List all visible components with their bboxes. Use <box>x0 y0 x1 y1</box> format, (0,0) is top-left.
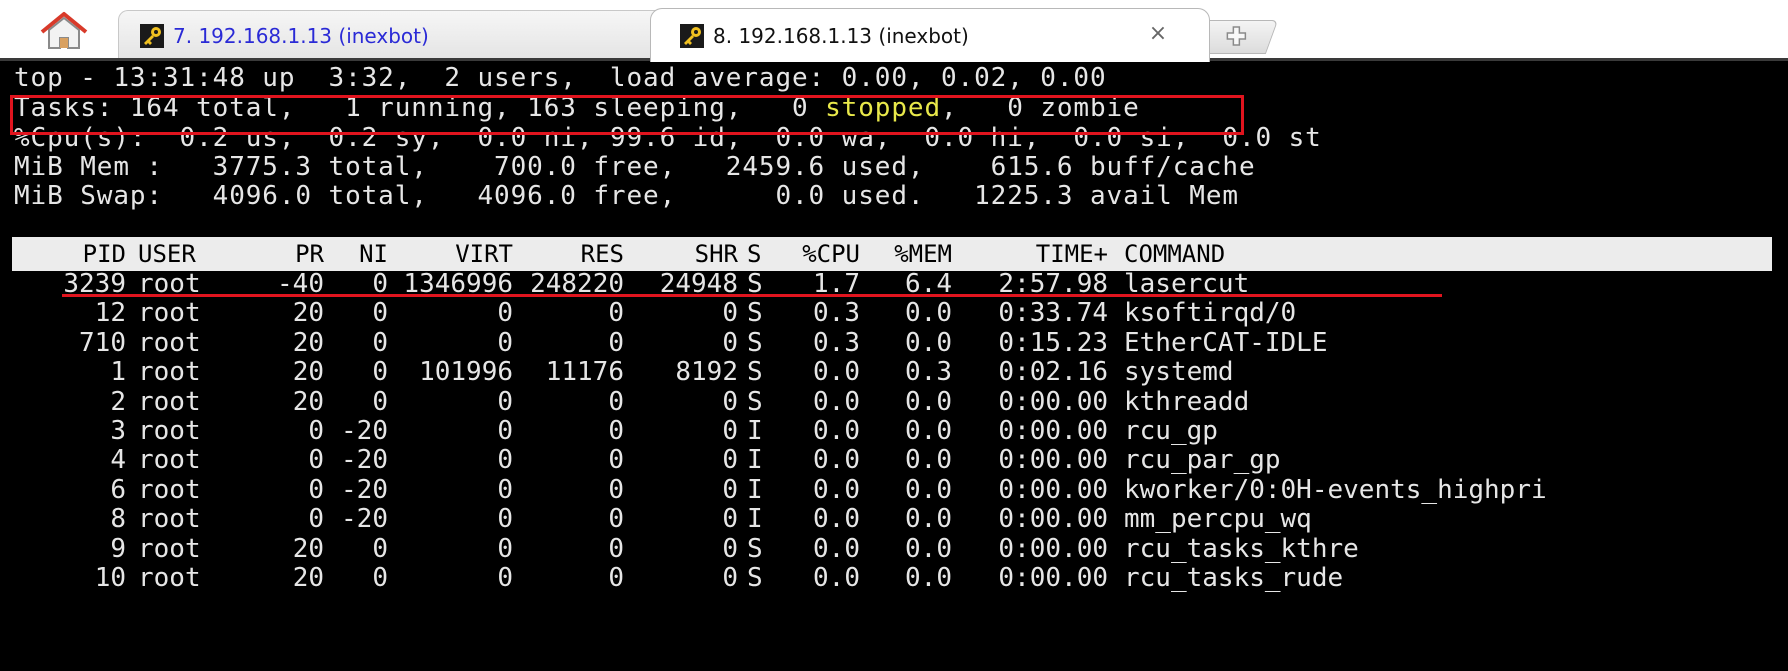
column-header-pr: PR <box>295 240 324 268</box>
column-header-shr: SHR <box>694 240 738 268</box>
home-icon <box>40 12 88 49</box>
column-header-state: S <box>747 240 762 268</box>
uptime-line: top - 13:31:48 up 3:32, 2 users, load av… <box>14 63 1107 93</box>
cell-shr: 0 <box>722 563 738 593</box>
plus-icon <box>1226 26 1247 46</box>
column-header-virt: VIRT <box>455 240 513 268</box>
column-header-res: RES <box>580 240 624 268</box>
cell-state: S <box>747 563 763 593</box>
cell-virt: 0 <box>497 563 513 593</box>
key-icon <box>140 23 164 48</box>
cell-time: 0:00.00 <box>998 563 1108 593</box>
tab-session-8[interactable]: 8. 192.168.1.13 (inexbot) × <box>650 8 1210 62</box>
cell-res: 0 <box>608 563 624 593</box>
cell-ni: 0 <box>372 563 388 593</box>
tab-bar: 7. 192.168.1.13 (inexbot) 8. 192.168.1.1… <box>0 0 1788 62</box>
column-header-command: COMMAND <box>1124 240 1226 268</box>
cell-mem: 0.0 <box>905 563 952 593</box>
cell-cpu: 0.0 <box>813 563 860 593</box>
annotation-underline-lasercut <box>62 294 1442 297</box>
tab-session-7[interactable]: 7. 192.168.1.13 (inexbot) <box>118 10 666 60</box>
tab-label: 7. 192.168.1.13 (inexbot) <box>173 23 429 48</box>
cell-pid: 10 <box>94 563 126 593</box>
home-button[interactable] <box>30 10 98 54</box>
cell-user: root <box>138 563 201 593</box>
column-header-mem: %MEM <box>894 240 952 268</box>
close-icon[interactable]: × <box>1147 23 1169 45</box>
column-header-ni: NI <box>359 240 388 268</box>
tab-label: 8. 192.168.1.13 (inexbot) <box>713 23 969 48</box>
annotation-box-tasks <box>10 95 1244 135</box>
column-header-time: TIME+ <box>1035 240 1108 268</box>
column-header-user: USER <box>138 240 196 268</box>
cell-command: rcu_tasks_rude <box>1124 563 1344 593</box>
key-icon <box>680 23 704 48</box>
process-row: 10 root 20 0 0 0 0 S 0.0 0.0 0:00.00 rcu_tasks_rude <box>0 561 1788 595</box>
process-table-header: PID USER PR NI VIRT RES SHR S %CPU %MEM TIME+ COMMA… <box>12 237 1772 271</box>
swap-line: MiB Swap: 4096.0 total, 4096.0 free, 0.0… <box>14 181 1239 211</box>
column-header-pid: PID <box>82 240 126 268</box>
terminal-output[interactable]: top - 13:31:48 up 3:32, 2 users, load av… <box>0 61 1788 671</box>
cell-pr: 20 <box>292 563 324 593</box>
column-header-cpu: %CPU <box>802 240 860 268</box>
